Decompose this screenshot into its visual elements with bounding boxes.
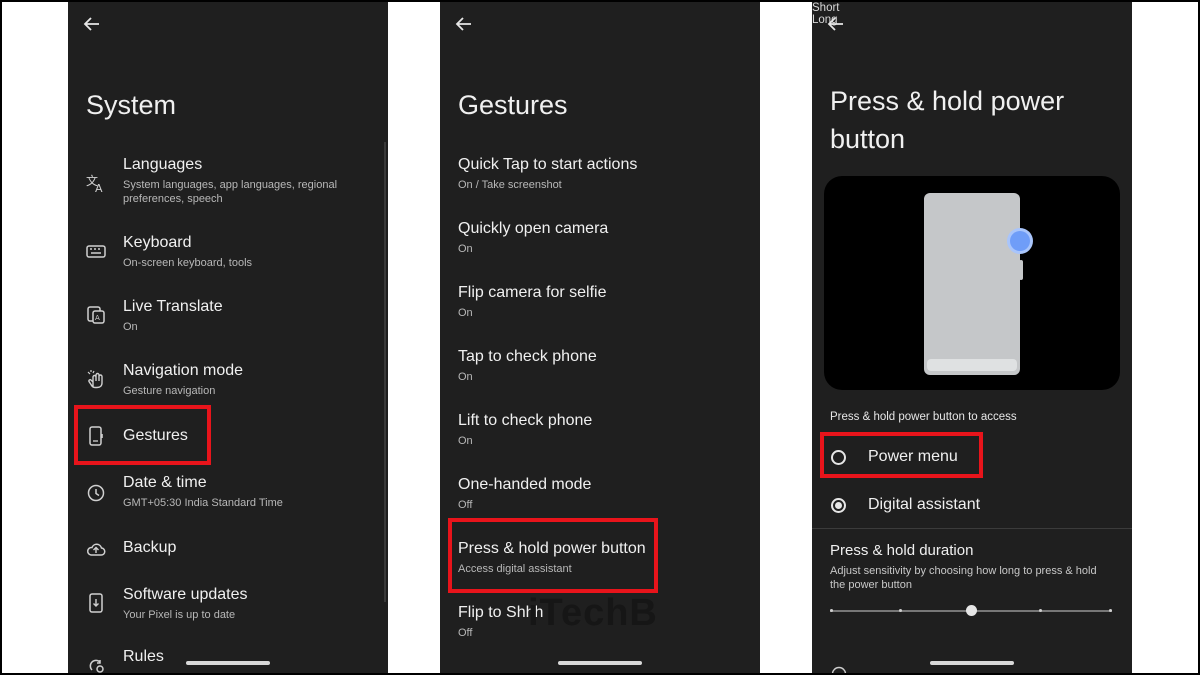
settings-item-label: Date & time xyxy=(123,474,207,491)
system-settings-screen: System 文A Languages System languages, ap… xyxy=(68,2,388,673)
slider-tick xyxy=(1039,609,1042,612)
settings-item-navigation-mode[interactable]: Navigation mode Gesture navigation xyxy=(68,360,388,404)
gesture-item-tap-check[interactable]: Tap to check phone On xyxy=(440,346,760,390)
gesture-item-subtitle: On xyxy=(458,307,473,319)
gesture-item-label: Tap to check phone xyxy=(458,348,597,365)
duration-subtitle: Adjust sensitivity by choosing how long … xyxy=(830,565,1097,591)
phone-illustration xyxy=(924,193,1020,375)
highlight-box-press-hold xyxy=(448,518,658,593)
gesture-item-subtitle: On / Take screenshot xyxy=(458,179,562,191)
watermark: iTechB xyxy=(528,592,658,634)
settings-item-subtitle: System languages, app languages, regiona… xyxy=(123,179,338,205)
gesture-item-quick-camera[interactable]: Quickly open camera On xyxy=(440,218,760,262)
page-title: Gestures xyxy=(458,90,568,120)
gesture-nav-handle[interactable] xyxy=(930,661,1014,665)
system-update-icon xyxy=(89,593,103,613)
gesture-item-subtitle: On xyxy=(458,435,473,447)
clock-icon xyxy=(87,484,105,502)
slider-thumb[interactable] xyxy=(966,605,977,616)
option-digital-assistant[interactable]: Digital assistant xyxy=(812,488,1132,524)
option-label: Digital assistant xyxy=(868,496,981,513)
keyboard-icon xyxy=(86,245,106,258)
radio-button-selected[interactable] xyxy=(831,498,846,513)
gesture-item-label: One-handed mode xyxy=(458,476,592,493)
settings-item-label: Keyboard xyxy=(123,234,192,251)
settings-item-subtitle: GMT+05:30 India Standard Time xyxy=(123,497,283,509)
svg-text:A: A xyxy=(95,182,103,194)
slider-tick xyxy=(830,609,833,612)
settings-item-label: Rules xyxy=(123,648,164,665)
slider-tick xyxy=(899,609,902,612)
press-hold-power-screen: Press & hold power button Press & hold p… xyxy=(812,2,1132,673)
slider-tick xyxy=(1109,609,1112,612)
gesture-nav-handle[interactable] xyxy=(186,661,270,665)
settings-item-label: Navigation mode xyxy=(123,362,244,379)
gesture-item-label: Quick Tap to start actions xyxy=(458,156,638,173)
slider-min-label: Short xyxy=(812,2,840,14)
gesture-item-label: Flip camera for selfie xyxy=(458,284,607,301)
settings-item-subtitle: Your Pixel is up to date xyxy=(123,609,236,621)
scrollbar[interactable] xyxy=(384,142,386,602)
press-hold-duration-section: Press & hold duration Adjust sensitivity… xyxy=(812,542,1132,602)
settings-item-date-time[interactable]: Date & time GMT+05:30 India Standard Tim… xyxy=(68,472,388,516)
settings-item-subtitle: On xyxy=(123,321,138,333)
page-title-line2: button xyxy=(830,124,906,154)
gesture-item-lift-check[interactable]: Lift to check phone On xyxy=(440,410,760,454)
gesture-item-subtitle: On xyxy=(458,371,473,383)
duration-title: Press & hold duration xyxy=(830,542,974,559)
gesture-item-label: Quickly open camera xyxy=(458,220,609,237)
settings-item-keyboard[interactable]: Keyboard On-screen keyboard, tools xyxy=(68,232,388,276)
divider xyxy=(812,528,1132,529)
translate-icon: 文A xyxy=(86,173,103,194)
settings-item-languages[interactable]: 文A Languages System languages, app langu… xyxy=(68,152,388,212)
page-title: Press & hold power xyxy=(830,86,1065,116)
gesture-item-flip-camera[interactable]: Flip camera for selfie On xyxy=(440,282,760,326)
settings-item-label: Languages xyxy=(123,156,203,173)
info-icon xyxy=(831,666,847,673)
volume-button-shape xyxy=(1019,260,1023,280)
cloud-upload-icon xyxy=(87,543,106,556)
duration-slider[interactable] xyxy=(830,605,1112,616)
gesture-item-subtitle: Off xyxy=(458,627,473,639)
settings-item-software-updates[interactable]: Software updates Your Pixel is up to dat… xyxy=(68,584,388,628)
svg-text:A: A xyxy=(95,314,100,322)
page-title: System xyxy=(86,90,177,120)
gesture-hand-icon xyxy=(87,370,103,389)
settings-item-live-translate[interactable]: A Live Translate On xyxy=(68,296,388,340)
settings-item-subtitle: On-screen keyboard, tools xyxy=(123,257,253,269)
back-arrow-icon[interactable] xyxy=(826,14,846,34)
settings-item-backup[interactable]: Backup xyxy=(68,536,388,572)
gesture-nav-handle[interactable] xyxy=(558,661,642,665)
section-label: Press & hold power button to access xyxy=(830,411,1017,423)
gesture-item-subtitle: On xyxy=(458,243,473,255)
settings-item-subtitle: Gesture navigation xyxy=(123,385,216,397)
rules-icon xyxy=(89,659,104,673)
back-arrow-icon[interactable] xyxy=(82,14,102,34)
power-button-indicator xyxy=(1010,231,1030,251)
highlight-box-gestures xyxy=(74,405,211,465)
gesture-item-one-handed[interactable]: One-handed mode Off xyxy=(440,474,760,518)
settings-item-rules[interactable]: Rules xyxy=(68,646,388,673)
settings-item-label: Software updates xyxy=(123,586,248,603)
live-translate-icon: A xyxy=(87,306,105,324)
gesture-item-quick-tap[interactable]: Quick Tap to start actions On / Take scr… xyxy=(440,154,760,198)
back-arrow-icon[interactable] xyxy=(454,14,474,34)
settings-item-label: Live Translate xyxy=(123,298,223,315)
gesture-item-label: Lift to check phone xyxy=(458,412,593,429)
power-button-illustration xyxy=(824,176,1120,390)
gesture-item-subtitle: Off xyxy=(458,499,473,511)
slider-max-label: Long xyxy=(812,14,838,26)
highlight-box-power-menu xyxy=(820,432,983,478)
settings-item-label: Backup xyxy=(123,539,177,556)
